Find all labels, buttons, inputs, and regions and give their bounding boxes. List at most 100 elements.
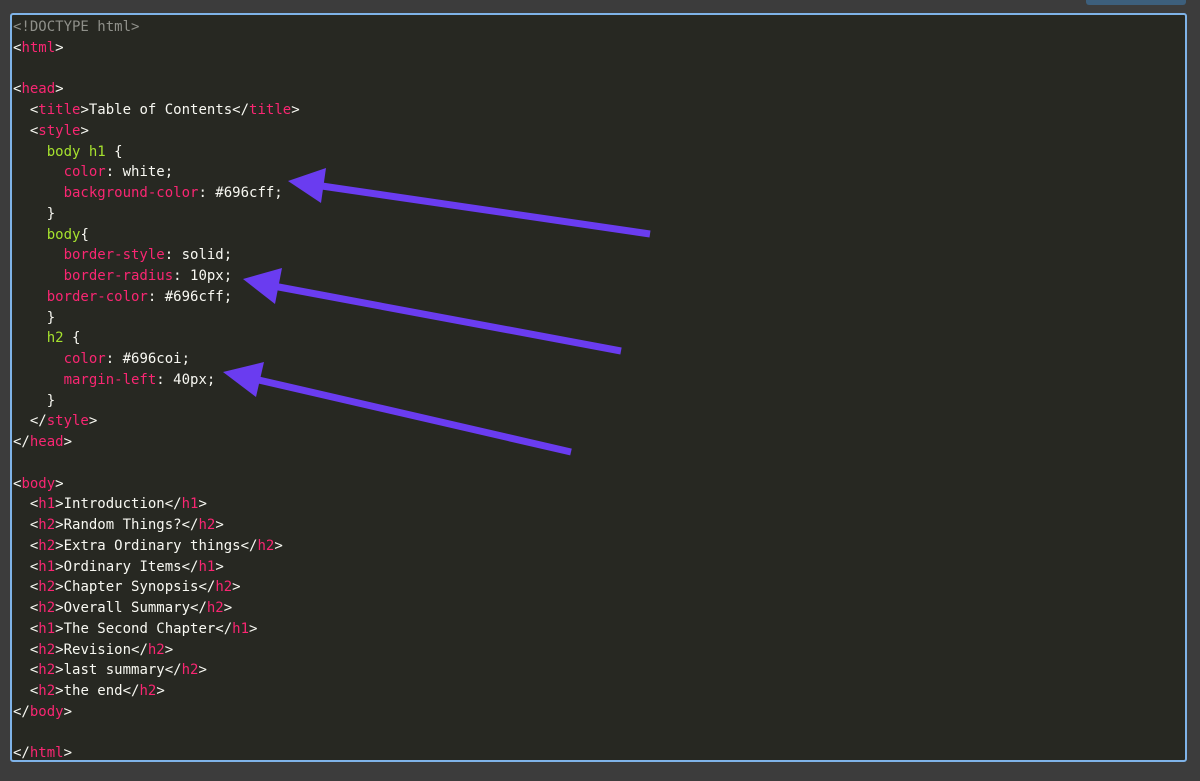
code-line[interactable]: </body>: [13, 702, 300, 723]
code-token-tag: title: [38, 102, 81, 118]
code-line[interactable]: border-radius: 10px;: [13, 266, 300, 287]
code-line[interactable]: <!DOCTYPE html>: [13, 17, 300, 38]
code-token-tag: h2: [198, 517, 216, 533]
code-line[interactable]: color: #696coi;: [13, 349, 300, 370]
code-token-plain: >: [63, 434, 73, 450]
code-token-plain: {: [80, 226, 89, 243]
code-line[interactable]: <h2>the end</h2>: [13, 681, 300, 702]
code-token-plain: >the end</: [55, 683, 140, 699]
code-token-tag: h1: [181, 496, 199, 513]
code-line[interactable]: h2 {: [13, 328, 300, 349]
code-line[interactable]: [13, 723, 300, 744]
code-token-plain: }: [13, 309, 56, 326]
code-token-tag: html: [21, 39, 56, 56]
code-line[interactable]: <h1>The Second Chapter</h1>: [13, 619, 300, 640]
code-token-tag: style: [46, 413, 89, 430]
code-token-plain: >: [223, 600, 233, 616]
code-token-plain: >: [198, 496, 207, 513]
code-line[interactable]: </html>: [13, 743, 300, 760]
code-line[interactable]: <h2>Revision</h2>: [13, 640, 300, 661]
code-token-plain: }: [13, 392, 56, 409]
code-line[interactable]: </head>: [13, 432, 300, 453]
code-token-plain: >The Second Chapter</: [55, 620, 233, 637]
code-editor[interactable]: <!DOCTYPE html> <html> <head> <title>Tabl…: [10, 13, 1187, 762]
code-token-plain: >: [215, 558, 224, 575]
code-line[interactable]: }: [13, 204, 300, 225]
code-line[interactable]: <style>: [13, 121, 300, 142]
code-line[interactable]: }: [13, 308, 300, 329]
code-token-tag: h2: [181, 662, 199, 679]
code-line[interactable]: body{: [13, 225, 300, 246]
code-token-plain: >Introduction</: [55, 496, 182, 513]
code-token-plain: : #696cff;: [198, 185, 283, 201]
code-token-tag: body: [21, 475, 56, 492]
code-line[interactable]: [13, 59, 300, 80]
code-line[interactable]: <body>: [13, 474, 300, 495]
code-line[interactable]: <h2>Chapter Synopsis</h2>: [13, 577, 300, 598]
code-token-plain: >: [88, 413, 98, 430]
code-token-tag: h2: [38, 579, 56, 596]
code-token-prop: color: [63, 164, 106, 181]
code-line[interactable]: border-color: #696cff;: [13, 287, 300, 308]
code-token-tag: h2: [38, 662, 56, 679]
code-token-tag: head: [29, 434, 64, 450]
code-line[interactable]: [13, 453, 300, 474]
code-line[interactable]: }: [13, 391, 300, 412]
code-line[interactable]: </style>: [13, 411, 300, 432]
code-token-plain: >Random Things?</: [55, 517, 199, 533]
code-token-tag: title: [249, 102, 292, 118]
code-token-plain: <: [13, 600, 39, 616]
code-line[interactable]: <head>: [13, 79, 300, 100]
code-token-selector: body h1: [46, 143, 106, 160]
code-token-tag: h1: [198, 558, 216, 575]
code-token-plain: </: [13, 434, 30, 450]
code-token-plain: {: [105, 143, 123, 160]
code-token-doctype: <!DOCTYPE html>: [13, 19, 140, 35]
code-line[interactable]: <html>: [13, 38, 300, 59]
code-line[interactable]: border-style: solid;: [13, 245, 300, 266]
code-token-plain: <: [13, 558, 39, 575]
code-token-plain: >: [63, 703, 73, 720]
code-line[interactable]: <h2>last summary</h2>: [13, 660, 300, 681]
top-toolbar-button[interactable]: [1086, 0, 1186, 5]
code-token-plain: >: [215, 517, 224, 533]
code-line[interactable]: body h1 {: [13, 142, 300, 163]
code-token-prop: border-style: [63, 247, 165, 264]
code-line[interactable]: <title>Table of Contents</title>: [13, 100, 300, 121]
code-token-plain: >Overall Summary</: [55, 600, 207, 616]
code-token-tag: h2: [38, 641, 56, 658]
code-token-selector: h2: [46, 330, 64, 347]
code-token-plain: >: [249, 620, 258, 637]
code-token-tag: h2: [215, 579, 233, 596]
code-line[interactable]: margin-left: 40px;: [13, 370, 300, 391]
code-line[interactable]: color: white;: [13, 162, 300, 183]
code-line[interactable]: <h2>Extra Ordinary things</h2>: [13, 536, 300, 557]
code-token-plain: <: [13, 102, 39, 118]
code-content[interactable]: <!DOCTYPE html> <html> <head> <title>Tabl…: [13, 17, 300, 760]
code-line[interactable]: <h1>Ordinary Items</h1>: [13, 557, 300, 578]
code-token-tag: body: [29, 703, 64, 720]
code-token-plain: : white;: [105, 164, 174, 181]
code-token-plain: >: [232, 579, 241, 596]
code-token-tag: h1: [38, 558, 56, 575]
code-line[interactable]: <h2>Overall Summary</h2>: [13, 598, 300, 619]
code-token-plain: : 40px;: [156, 371, 216, 388]
code-line[interactable]: <h2>Random Things?</h2>: [13, 515, 300, 536]
code-token-tag: h1: [38, 496, 56, 513]
code-token-plain: <: [13, 496, 39, 513]
code-token-plain: >: [55, 39, 64, 56]
code-token-prop: color: [63, 351, 106, 367]
code-line[interactable]: <h1>Introduction</h1>: [13, 494, 300, 515]
code-token-plain: >Ordinary Items</: [55, 558, 199, 575]
code-token-plain: >: [291, 102, 300, 118]
code-token-plain: >Extra Ordinary things</: [55, 537, 258, 554]
code-line[interactable]: background-color: #696cff;: [13, 183, 300, 204]
code-token-plain: >: [274, 537, 283, 554]
code-token-tag: h2: [257, 537, 275, 554]
